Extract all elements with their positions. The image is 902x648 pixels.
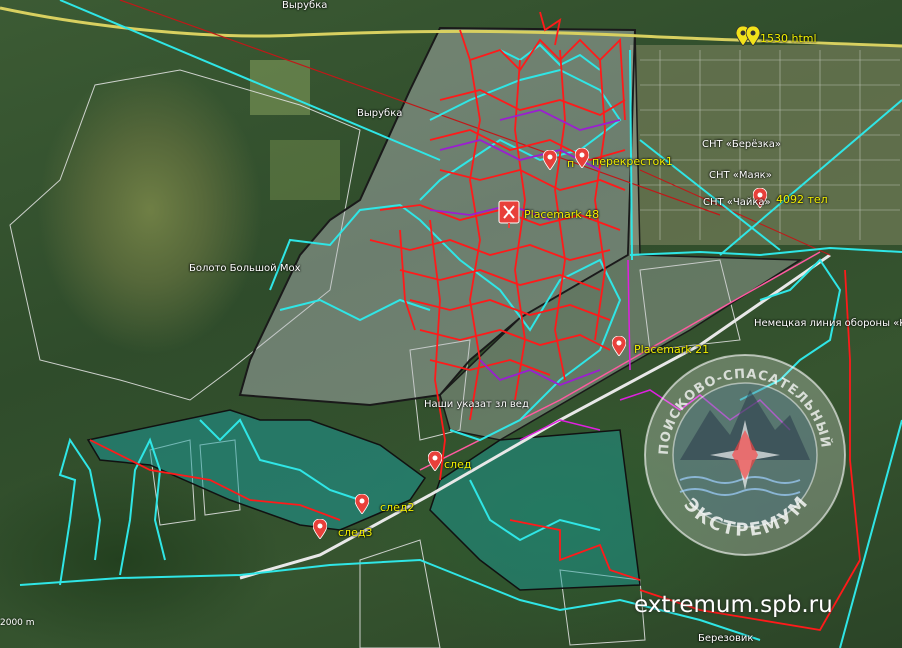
placemark-label-topright: 1530 html	[760, 32, 817, 45]
placemark-pin-icon[interactable]	[612, 336, 626, 356]
label-nashi-ukazat: Наши указат зл вед	[424, 399, 529, 410]
placemark-label-perekrestok: перекресток1	[592, 155, 673, 168]
field-area	[250, 60, 310, 115]
placemark-label-sled: след	[444, 458, 472, 471]
placemark-pin-icon[interactable]	[313, 519, 327, 539]
yellow-pin-icon[interactable]	[746, 26, 760, 46]
rescue-team-logo: ПОИСКОВО-СПАСАТЕЛЬНЫЙ ОТРЯД ЭКСТРЕМУМ	[640, 350, 846, 556]
label-berezovik: Березовик	[698, 633, 754, 644]
label-boloto: Болото Большой Мох	[189, 263, 301, 274]
camp-marker-icon[interactable]	[498, 200, 520, 228]
placemark-label-sled3: след3	[338, 526, 373, 539]
label-snt-mayak: СНТ «Маяк»	[709, 170, 772, 181]
placemark-pin-icon[interactable]	[543, 150, 557, 170]
placemark-pin-icon[interactable]	[355, 494, 369, 514]
placemark-label-p: п	[567, 157, 575, 170]
label-vyrubka-top: Вырубка	[282, 0, 328, 11]
placemark-label-48: Placemark 48	[524, 208, 600, 221]
map-view[interactable]: ПОИСКОВО-СПАСАТЕЛЬНЫЙ ОТРЯД ЭКСТРЕМУМ Вы…	[0, 0, 902, 648]
label-snt-chaika: СНТ «Чайка»	[703, 197, 771, 208]
watermark: extremum.spb.ru	[634, 592, 833, 618]
placemark-label-21: Placemark 21	[634, 343, 710, 356]
scale-label: 2000 m	[0, 618, 35, 628]
search-area-teal-left	[86, 409, 427, 531]
label-vyrubka: Вырубка	[357, 108, 403, 119]
placemark-label-sled2: след2	[380, 501, 415, 514]
label-nemetskaya: Немецкая линия обороны «Ку	[754, 318, 902, 329]
placemark-pin-icon[interactable]	[428, 451, 442, 471]
placemark-pin-icon[interactable]	[575, 148, 589, 168]
field-area	[270, 140, 340, 200]
placemark-label-tel: 4092 тел	[776, 193, 828, 206]
label-snt-berezka: СНТ «Берёзка»	[702, 139, 782, 150]
